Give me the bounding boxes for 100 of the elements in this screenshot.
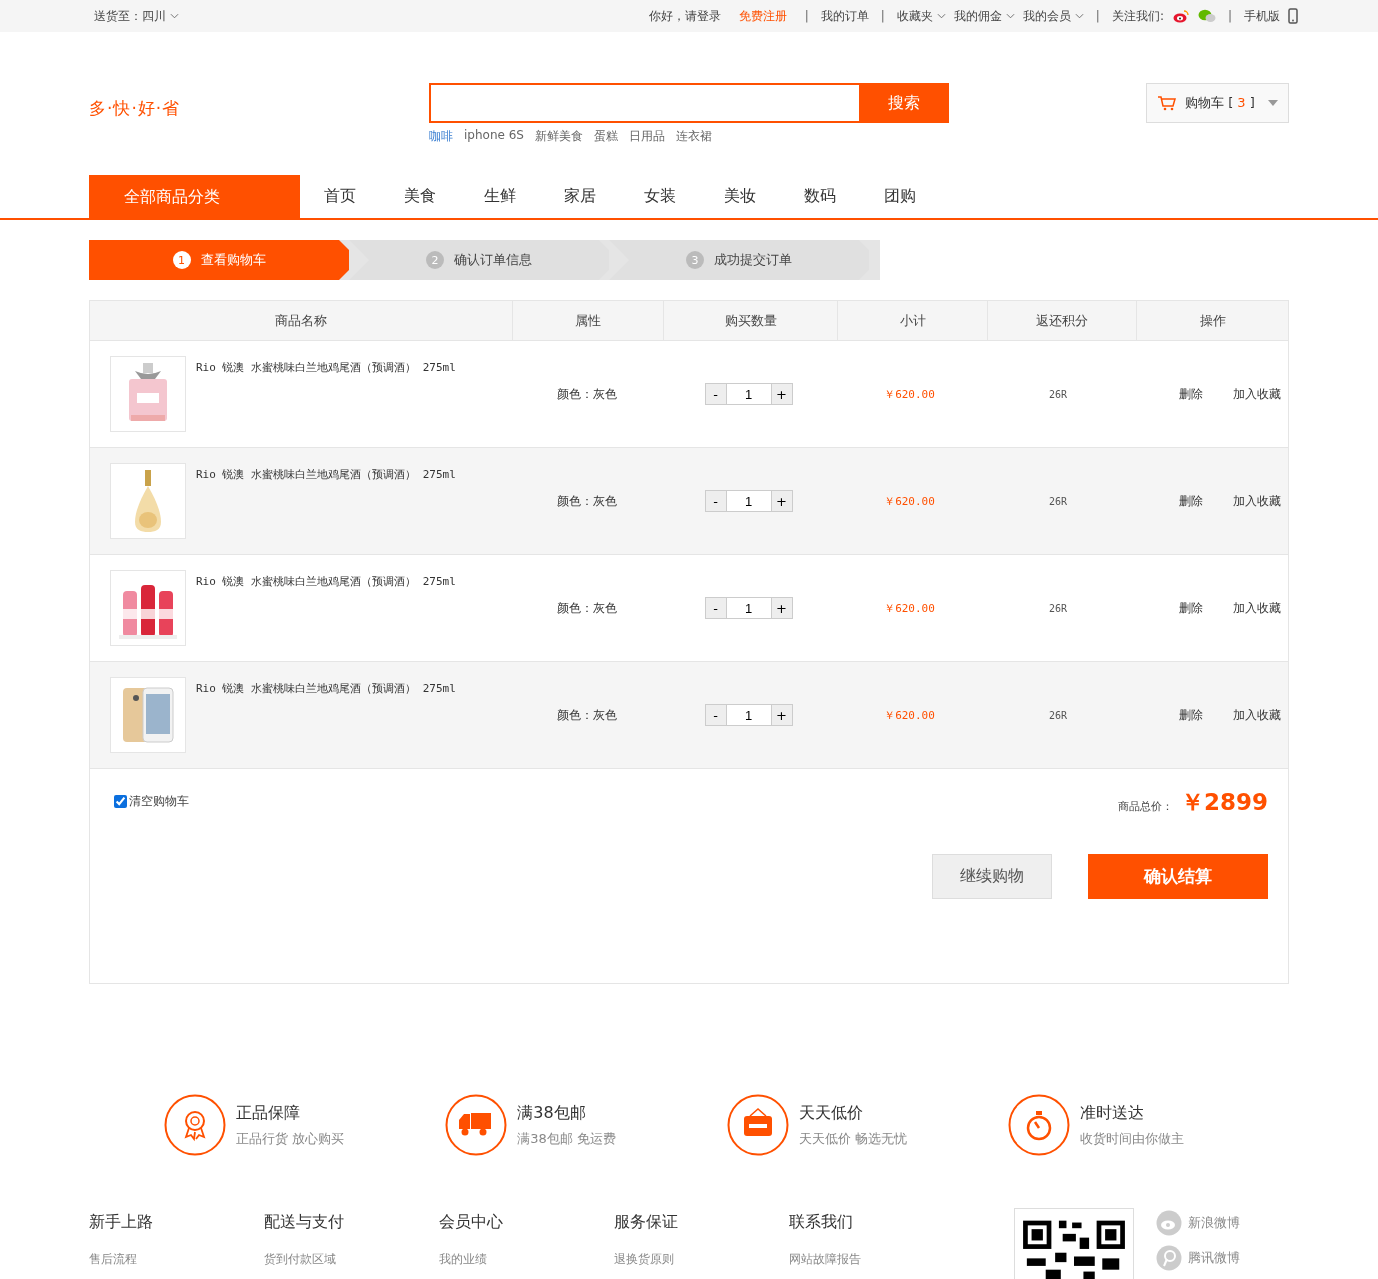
subtotal: ￥620.00 xyxy=(883,707,936,724)
top-link[interactable]: 你好，请登录 xyxy=(648,7,721,25)
decrease-button[interactable]: - xyxy=(704,490,727,512)
column-header: 属性 xyxy=(513,301,664,340)
increase-button[interactable]: + xyxy=(770,490,793,512)
reward-points: 26R xyxy=(1047,387,1069,402)
top-link[interactable]: 我的订单 xyxy=(820,7,869,25)
increase-button[interactable]: + xyxy=(770,383,793,405)
delete-link[interactable]: 删除 xyxy=(1179,385,1203,403)
clear-cart-label[interactable]: 清空购物车 xyxy=(129,793,189,810)
footer-link[interactable]: 我的业绩 xyxy=(439,1251,614,1268)
service-title: 准时送达 xyxy=(1079,1102,1145,1124)
nav-link[interactable]: 生鲜 xyxy=(460,186,540,207)
hot-search-link[interactable]: 连衣裙 xyxy=(675,128,712,145)
product-attribute: 颜色：灰色 xyxy=(556,706,618,724)
quantity-field[interactable]: 1 xyxy=(726,383,771,405)
dropdown-link[interactable]: 我的会员 xyxy=(1022,7,1071,25)
total-price: ￥2899 xyxy=(1181,788,1268,817)
nav-link[interactable]: 女装 xyxy=(620,186,700,207)
footer-heading: 会员中心 xyxy=(439,1212,504,1233)
product-name[interactable]: Rio 锐澳 水蜜桃味白兰地鸡尾酒（预调酒） 275ml xyxy=(196,677,456,768)
hot-search-link[interactable]: 新鲜美食 xyxy=(534,128,583,145)
search-field[interactable] xyxy=(429,83,859,123)
column-header: 小计 xyxy=(838,301,988,340)
nav-link[interactable]: 美妆 xyxy=(700,186,780,207)
chat-bubbles-icon[interactable] xyxy=(1197,9,1216,23)
separator: | xyxy=(804,9,809,23)
add-to-favorites-link[interactable]: 加入收藏 xyxy=(1233,599,1281,617)
total-label: 商品总价： xyxy=(1118,799,1173,814)
quantity-field[interactable]: 1 xyxy=(726,490,771,512)
hot-search-link[interactable]: 咖啡 xyxy=(429,128,453,145)
truck-icon xyxy=(445,1094,508,1156)
nav-link[interactable]: 美食 xyxy=(380,186,460,207)
award-icon xyxy=(164,1094,226,1156)
separator: | xyxy=(880,9,885,23)
caret-icon xyxy=(1268,100,1278,106)
footer-link[interactable]: 退换货原则 xyxy=(614,1251,789,1268)
delete-link[interactable]: 删除 xyxy=(1179,599,1203,617)
hot-search-link[interactable]: 蛋糕 xyxy=(593,128,618,145)
subtotal: ￥620.00 xyxy=(883,493,936,510)
follow-label: 关注我们: xyxy=(1111,7,1164,25)
eye-logo-icon[interactable] xyxy=(1171,9,1190,23)
service-description: 满38包邮 免运费 xyxy=(517,1129,616,1148)
product-name[interactable]: Rio 锐澳 水蜜桃味白兰地鸡尾酒（预调酒） 275ml xyxy=(196,570,456,661)
nav-link[interactable]: 家居 xyxy=(540,186,620,207)
product-attribute: 颜色：灰色 xyxy=(556,385,618,403)
chevron-down-icon[interactable] xyxy=(170,13,179,19)
continue-shopping-button[interactable]: 继续购物 xyxy=(932,854,1052,899)
phone-icon[interactable] xyxy=(1288,8,1298,24)
delete-link[interactable]: 删除 xyxy=(1179,706,1203,724)
column-header: 购买数量 xyxy=(664,301,838,340)
quantity-field[interactable]: 1 xyxy=(726,704,771,726)
decrease-button[interactable]: - xyxy=(704,704,727,726)
hot-search-link[interactable]: iphone 6S xyxy=(464,128,524,145)
nav-link[interactable]: 首页 xyxy=(300,186,380,207)
location-selector[interactable]: 送货至：四川 xyxy=(94,7,166,25)
add-to-favorites-link[interactable]: 加入收藏 xyxy=(1233,706,1281,724)
decrease-button[interactable]: - xyxy=(704,597,727,619)
progress-step: 3 成功提交订单 xyxy=(609,240,869,280)
footer-link[interactable]: 货到付款区域 xyxy=(264,1251,439,1268)
cart-icon xyxy=(1157,95,1177,111)
dropdown-link[interactable]: 我的佣金 xyxy=(953,7,1002,25)
column-header: 操作 xyxy=(1198,311,1227,330)
eye-logo-icon xyxy=(1156,1210,1182,1236)
pin-logo-icon xyxy=(1156,1245,1182,1271)
footer-heading: 联系我们 xyxy=(789,1212,854,1233)
chevron-down-icon[interactable] xyxy=(936,13,946,19)
chevron-down-icon[interactable] xyxy=(1074,13,1084,19)
social-link[interactable]: 新浪微博 xyxy=(1156,1210,1240,1236)
chevron-down-icon[interactable] xyxy=(1005,13,1015,19)
nav-link[interactable]: 团购 xyxy=(860,186,940,207)
dropdown-link[interactable]: 收藏夹 xyxy=(896,7,933,25)
footer-link[interactable]: 售后流程 xyxy=(89,1251,264,1268)
decrease-button[interactable]: - xyxy=(704,383,727,405)
increase-button[interactable]: + xyxy=(770,704,793,726)
quantity-field[interactable]: 1 xyxy=(726,597,771,619)
footer-heading: 配送与支付 xyxy=(264,1212,345,1233)
hot-search-link[interactable]: 日用品 xyxy=(628,128,665,145)
delete-link[interactable]: 删除 xyxy=(1179,492,1203,510)
social-link[interactable]: 腾讯微博 xyxy=(1156,1245,1240,1271)
stopwatch-icon xyxy=(1007,1094,1070,1156)
service-title: 天天低价 xyxy=(798,1102,864,1124)
add-to-favorites-link[interactable]: 加入收藏 xyxy=(1233,492,1281,510)
nav-link[interactable]: 数码 xyxy=(780,186,860,207)
product-name[interactable]: Rio 锐澳 水蜜桃味白兰地鸡尾酒（预调酒） 275ml xyxy=(196,356,456,447)
service-title: 正品保障 xyxy=(236,1102,301,1124)
service-title: 满38包邮 xyxy=(517,1102,587,1124)
mobile-link[interactable]: 手机版 xyxy=(1244,7,1280,25)
footer-heading: 新手上路 xyxy=(89,1212,154,1233)
progress-step: 1 查看购物车 xyxy=(89,240,349,280)
subtotal: ￥620.00 xyxy=(883,386,936,403)
increase-button[interactable]: + xyxy=(770,597,793,619)
footer-link[interactable]: 网站故障报告 xyxy=(789,1251,964,1268)
column-header: 商品名称 xyxy=(90,301,513,340)
separator: | xyxy=(1095,9,1100,23)
checkbox[interactable] xyxy=(114,795,127,808)
add-to-favorites-link[interactable]: 加入收藏 xyxy=(1233,385,1281,403)
product-name[interactable]: Rio 锐澳 水蜜桃味白兰地鸡尾酒（预调酒） 275ml xyxy=(196,463,456,554)
subtotal: ￥620.00 xyxy=(883,600,936,617)
cart-button[interactable]: 购物车 [ 3 ] xyxy=(1146,83,1289,123)
